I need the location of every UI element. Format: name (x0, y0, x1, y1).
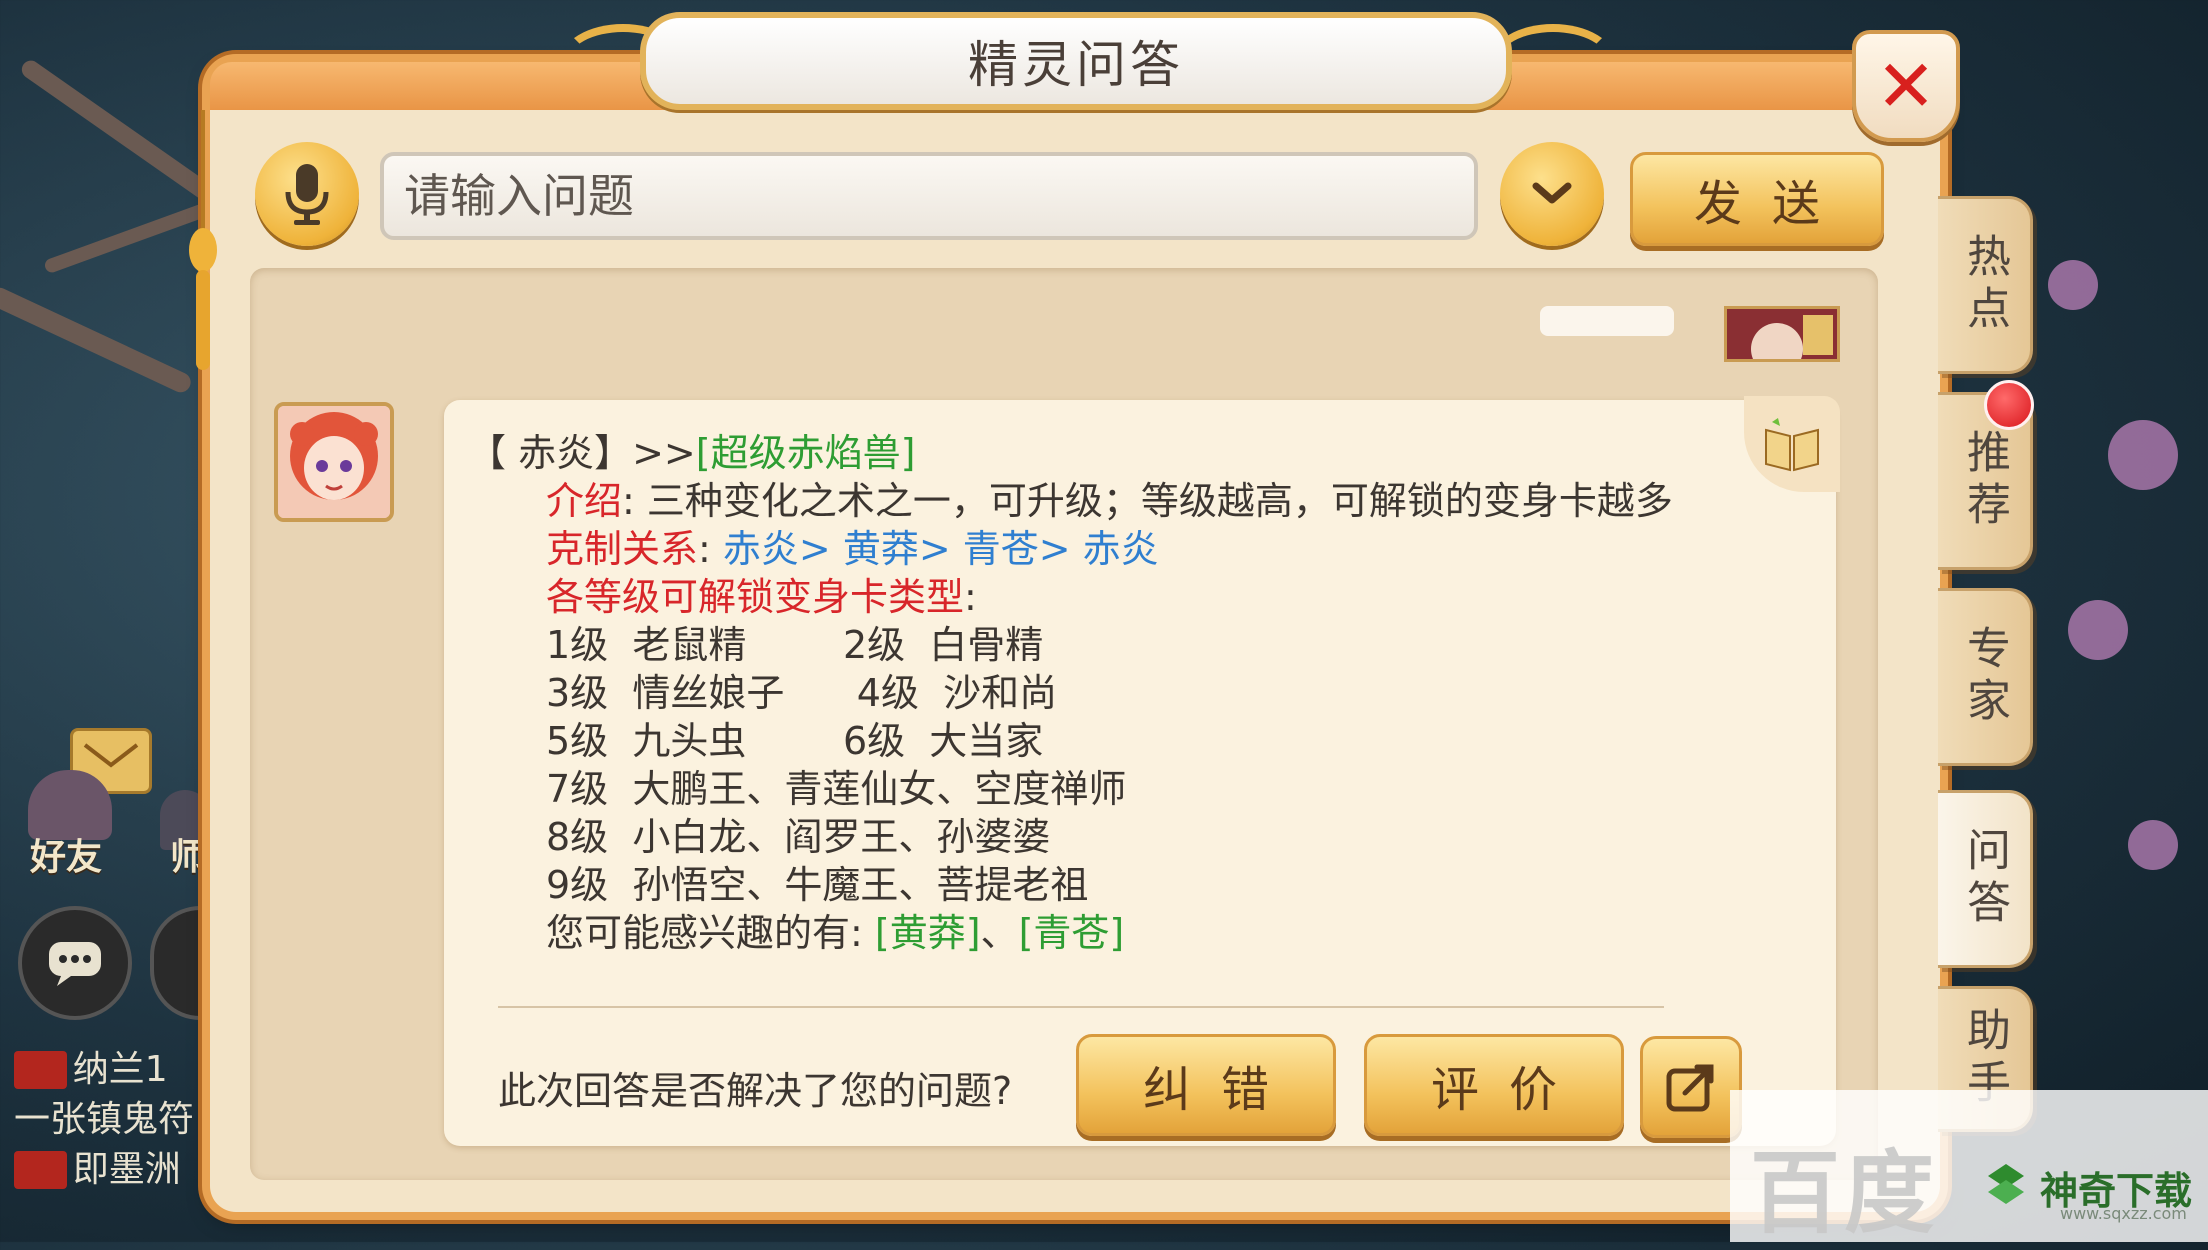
microphone-button[interactable] (255, 142, 359, 246)
baidu-watermark: 百度 (1750, 1141, 1938, 1246)
notification-badge (1984, 380, 2034, 430)
master-label[interactable]: 师 (170, 828, 206, 880)
feedback-question: 此次回答是否解决了您的问题? (498, 1069, 1013, 1113)
level-line: 1级 老鼠精 2级 白骨精 (546, 623, 1044, 667)
dialog-title: 精灵问答 (968, 36, 1184, 94)
chat-line: 纳兰1 (14, 1040, 168, 1092)
level-line: 9级 孙悟空、牛魔王、菩提老祖 (546, 863, 1089, 907)
tab-expert[interactable]: 专家 (1938, 588, 2033, 766)
answer-header: 【 赤炎】>>[超级赤焰兽] (468, 431, 916, 475)
microphone-icon (285, 164, 329, 225)
close-button[interactable]: ✕ (1852, 30, 1960, 142)
user-avatar (1724, 306, 1840, 362)
share-icon (1666, 1064, 1714, 1112)
dialog-title-plate: 精灵问答 (640, 12, 1512, 110)
chat-channel-tag (14, 1151, 67, 1189)
chat-line: 即墨洲 (14, 1140, 181, 1192)
tab-qa[interactable]: 问答 (1938, 790, 2033, 968)
answer-divider (498, 1006, 1664, 1008)
close-x-icon: ✕ (1875, 44, 1937, 128)
rate-button[interactable]: 评价 (1364, 1034, 1624, 1136)
level-line: 5级 九头虫 6级 大当家 (546, 719, 1044, 763)
correct-error-button[interactable]: 纠错 (1076, 1034, 1336, 1136)
chat-bubble-icon[interactable] (18, 906, 132, 1020)
tab-hot[interactable]: 热点 (1938, 196, 2033, 374)
answer-intro: 介绍: 三种变化之术之一，可升级；等级越高，可解锁的变身卡越多 (546, 479, 1673, 523)
interest-link[interactable]: [青苍] (1019, 911, 1125, 955)
url-watermark: www.sqxzz.com (2060, 1204, 2187, 1223)
level-line: 3级 情丝娘子 4级 沙和尚 (546, 671, 1058, 715)
answer-topic-link[interactable]: [超级赤焰兽] (696, 431, 916, 475)
background-scene-right (2028, 0, 2208, 1242)
friends-label[interactable]: 好友 (30, 828, 102, 880)
chat-channel-tag (14, 1051, 67, 1089)
chat-line: 一张镇鬼符 (14, 1099, 195, 1140)
restraint-chain: 赤炎> 黄莽> 青苍> 赤炎 (722, 527, 1159, 571)
chevron-down-icon (1532, 182, 1572, 204)
send-button[interactable]: 发送 (1630, 152, 1884, 246)
spirit-avatar (274, 402, 394, 522)
answer-interests: 您可能感兴趣的有: [黄莽]、[青苍] (546, 911, 1125, 955)
lantern-ornament-icon (189, 110, 217, 370)
user-message-bubble (1540, 306, 1674, 336)
level-line: 8级 小白龙、阎罗王、孙婆婆 (546, 815, 1051, 859)
download-logo-icon (1988, 1164, 2024, 1204)
share-button[interactable] (1640, 1036, 1742, 1138)
question-input[interactable] (380, 152, 1478, 240)
interest-link[interactable]: [黄莽] (875, 911, 981, 955)
answer-restraint: 克制关系: 赤炎> 黄莽> 青苍> 赤炎 (546, 527, 1159, 571)
answer-card-types-heading: 各等级可解锁变身卡类型: (546, 575, 977, 619)
level-line: 7级 大鹏王、青莲仙女、空度禅师 (546, 767, 1127, 811)
history-dropdown-button[interactable] (1500, 142, 1604, 246)
